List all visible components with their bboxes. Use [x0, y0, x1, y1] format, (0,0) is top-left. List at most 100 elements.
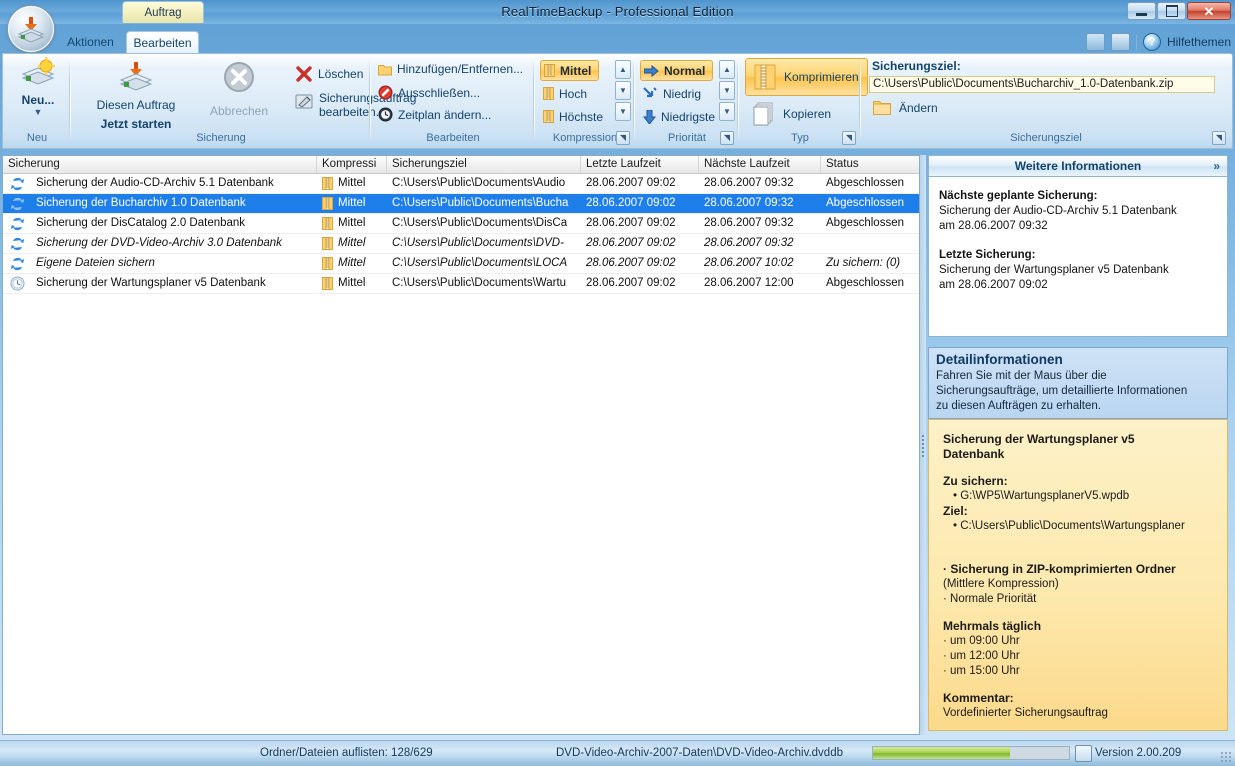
- type-option-komprimieren[interactable]: Komprimieren: [745, 58, 868, 96]
- compression-scroll-buttons[interactable]: ▲ ▼ ▼: [615, 60, 631, 121]
- backup-target-path[interactable]: C:\Users\Public\Documents\Bucharchiv_1.0…: [869, 76, 1215, 93]
- info-panel: Weitere Informationen » Nächste geplante…: [928, 155, 1228, 735]
- type-option-kopieren[interactable]: Kopieren: [745, 95, 839, 133]
- priority-option-normal[interactable]: Normal: [640, 60, 714, 81]
- help-label[interactable]: Hilfethemen: [1167, 35, 1231, 49]
- close-button[interactable]: ✕: [1187, 2, 1231, 20]
- delete-job-button[interactable]: Löschen: [295, 65, 363, 83]
- row-status: Abgeschlossen: [826, 217, 904, 229]
- row-last-run: 28.06.2007 09:02: [586, 197, 676, 209]
- column-header-naechste-laufzeit[interactable]: Nächste Laufzeit: [699, 156, 821, 173]
- ribbon-group-prioritaet-body: Normal Niedrig Niedrigste ▲ ▼ ▼: [637, 55, 737, 130]
- zip-folder-icon: [322, 237, 333, 250]
- splitter-grip[interactable]: [922, 435, 924, 457]
- scroll-down-icon[interactable]: ▼: [615, 81, 631, 100]
- ribbon-group-sicherung: Diesen Auftrag Jetzt starten Abbrechen L…: [73, 55, 416, 147]
- new-job-button[interactable]: Neu... ▼: [9, 57, 67, 129]
- ribbon-separator-2b: [370, 58, 371, 142]
- row-compression: Mittel: [317, 194, 387, 213]
- compression-option-mittel[interactable]: Mittel: [540, 60, 600, 81]
- close-icon: ✕: [1203, 3, 1215, 19]
- table-row[interactable]: Sicherung der DisCatalog 2.0 Datenbank M…: [3, 214, 919, 234]
- maximize-button[interactable]: [1157, 2, 1186, 20]
- change-schedule-button[interactable]: Zeitplan ändern...: [378, 107, 491, 122]
- zip-folder-icon: [322, 177, 333, 190]
- table-row[interactable]: Sicherung der Bucharchiv 1.0 Datenbank M…: [3, 194, 919, 214]
- tab-aktionen[interactable]: Aktionen: [55, 31, 126, 53]
- minimize-button[interactable]: [1127, 2, 1156, 20]
- add-remove-button[interactable]: Hinzufügen/Entfernen...: [378, 62, 523, 76]
- sync-icon: [10, 237, 24, 250]
- row-compression-label: Mittel: [338, 177, 366, 189]
- next-backup-line1: Sicherung der Audio-CD-Archiv 5.1 Datenb…: [939, 205, 1177, 217]
- row-target: C:\Users\Public\Documents\DisCa: [392, 217, 568, 229]
- language-icon[interactable]: [1110, 33, 1130, 51]
- maximize-icon: [1165, 5, 1178, 17]
- help-question-icon[interactable]: ?: [1142, 33, 1161, 51]
- change-target-button[interactable]: Ändern: [873, 99, 938, 116]
- detail-comment-label: Kommentar:: [943, 691, 1014, 705]
- table-row[interactable]: Sicherung der DVD-Video-Archiv 3.0 Daten…: [3, 234, 919, 254]
- detail-schedule-item-3: · um 15:00 Uhr: [943, 665, 1020, 677]
- table-row[interactable]: Sicherung der Wartungsplaner v5 Datenban…: [3, 274, 919, 294]
- column-header-sicherungsziel[interactable]: Sicherungsziel: [387, 156, 581, 173]
- scroll-down-icon[interactable]: ▼: [719, 81, 735, 100]
- column-header-letzte-laufzeit[interactable]: Letzte Laufzeit: [581, 156, 699, 173]
- table-row[interactable]: Sicherung der Audio-CD-Archiv 5.1 Datenb…: [3, 174, 919, 194]
- sicherungsziel-dialog-launcher[interactable]: ◥: [1212, 131, 1226, 145]
- ribbon-group-neu-label: Neu: [26, 132, 48, 144]
- column-header-kompression[interactable]: Kompressi: [317, 156, 387, 173]
- new-book-icon: [21, 57, 55, 85]
- chevron-right-icon[interactable]: »: [1213, 159, 1220, 173]
- row-next-run: 28.06.2007 09:32: [704, 197, 794, 209]
- contextual-tab-auftrag[interactable]: Auftrag: [122, 1, 204, 23]
- typ-dialog-launcher[interactable]: ◥: [842, 131, 856, 145]
- resize-grip-icon[interactable]: [1220, 751, 1232, 763]
- edit-pencil-icon: [295, 94, 313, 109]
- detail-schedule-item-1: · um 09:00 Uhr: [943, 635, 1020, 647]
- scroll-more-icon[interactable]: ▼: [719, 102, 735, 121]
- column-header-sicherung[interactable]: Sicherung: [3, 156, 317, 173]
- row-status-icon: [3, 177, 31, 191]
- window-controls: ✕: [1127, 2, 1231, 20]
- next-backup-title: Nächste geplante Sicherung:: [939, 190, 1098, 202]
- sync-icon: [10, 257, 24, 270]
- delete-x-icon: [296, 66, 312, 82]
- priority-option-niedrigste[interactable]: Niedrigste: [640, 106, 722, 127]
- priority-option-niedrig[interactable]: Niedrig: [640, 83, 708, 104]
- priority-option-niedrigste-label: Niedrigste: [661, 109, 716, 124]
- status-bar: Ordner/Dateien auflisten: 128/629 DVD-Vi…: [0, 740, 1235, 766]
- exclude-button[interactable]: Ausschließen...: [378, 85, 480, 100]
- scroll-more-icon[interactable]: ▼: [615, 102, 631, 121]
- compression-option-hoechste[interactable]: Höchste: [540, 106, 610, 127]
- table-row[interactable]: Eigene Dateien sichern Mittel C:\Users\P…: [3, 254, 919, 274]
- row-compression-label: Mittel: [338, 277, 366, 289]
- info-icon[interactable]: [1085, 33, 1105, 51]
- scroll-up-icon[interactable]: ▲: [719, 60, 735, 79]
- detail-info-title: Detailinformationen: [936, 352, 1063, 367]
- ribbon-group-kompression: Mittel Hoch Höchste ▲ ▼ ▼ Kompression ◥: [537, 55, 633, 147]
- zip-folder-icon: [322, 277, 333, 290]
- compression-option-hoch[interactable]: Hoch: [540, 83, 594, 104]
- column-header-status[interactable]: Status: [821, 156, 919, 173]
- row-name: Sicherung der DVD-Video-Archiv 3.0 Daten…: [36, 237, 282, 249]
- chevron-down-icon[interactable]: ▼: [34, 108, 43, 117]
- panel-splitter[interactable]: [920, 155, 926, 735]
- row-next-run: 28.06.2007 09:32: [704, 237, 794, 249]
- row-status-icon: [3, 217, 31, 231]
- scroll-up-icon[interactable]: ▲: [615, 60, 631, 79]
- change-schedule-label: Zeitplan ändern...: [398, 107, 492, 122]
- detail-target-value: • C:\Users\Public\Documents\Wartungsplan…: [953, 520, 1185, 532]
- detail-job-title-line1: Sicherung der Wartungsplaner v5: [943, 432, 1135, 446]
- priority-scroll-buttons[interactable]: ▲ ▼ ▼: [719, 60, 735, 121]
- backup-jobs-table[interactable]: Sicherung Kompressi Sicherungsziel Letzt…: [2, 155, 920, 735]
- tab-bearbeiten[interactable]: Bearbeiten: [126, 31, 199, 53]
- prioritaet-dialog-launcher[interactable]: ◥: [720, 131, 734, 145]
- info-panel-header[interactable]: Weitere Informationen »: [928, 155, 1228, 177]
- kompression-dialog-launcher[interactable]: ◥: [616, 131, 630, 145]
- start-job-button[interactable]: Diesen Auftrag Jetzt starten: [81, 61, 191, 131]
- row-compression: Mittel: [317, 234, 387, 253]
- progress-bar: [872, 746, 1070, 760]
